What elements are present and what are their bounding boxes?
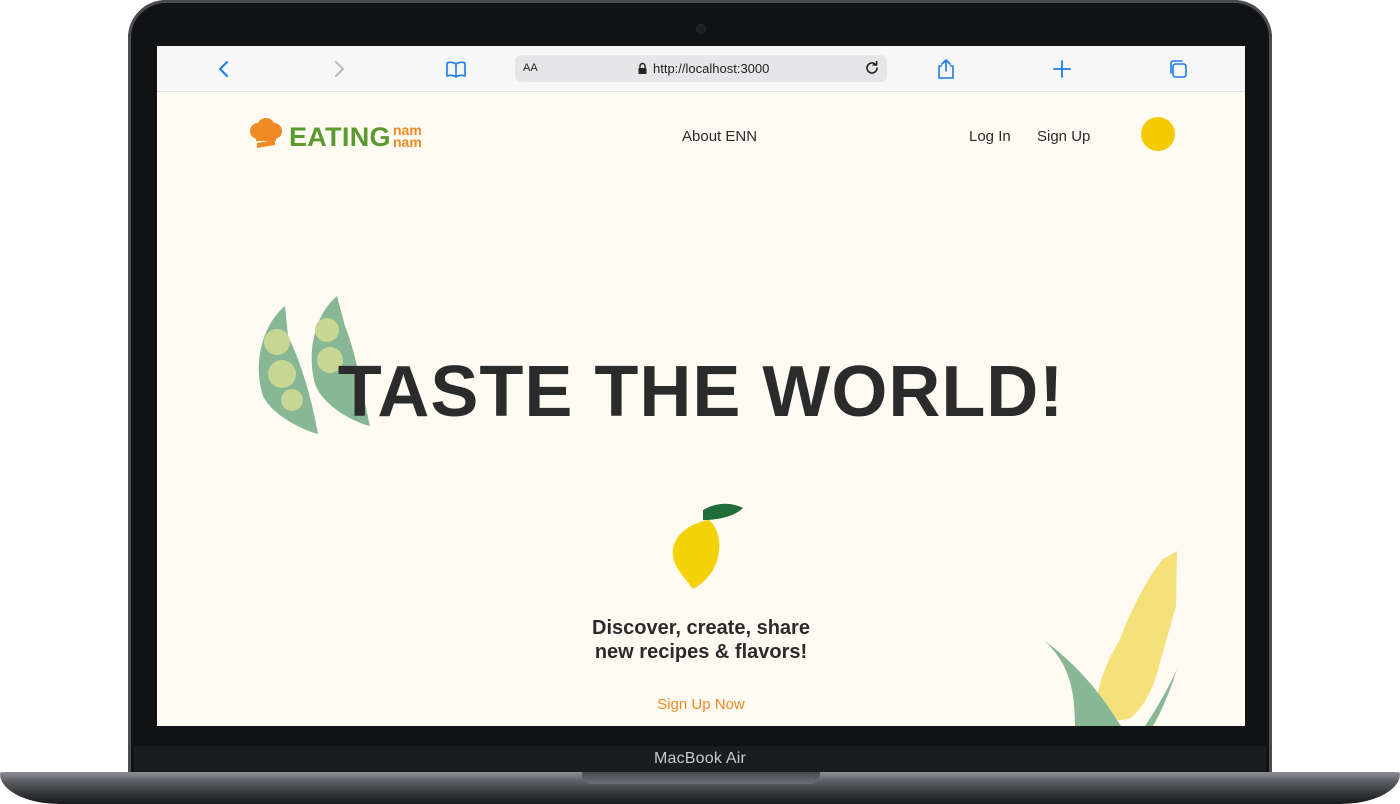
browser-screen: AA http://localhost:3000 EATING nam nam … <box>157 46 1245 726</box>
laptop-notch <box>582 772 820 784</box>
nav-signup[interactable]: Sign Up <box>1037 128 1090 145</box>
tabs-overview-icon[interactable] <box>1167 58 1189 80</box>
logo-sub-line-2: nam <box>393 134 422 150</box>
bookmarks-icon[interactable] <box>445 58 467 80</box>
chef-hat-icon[interactable] <box>249 118 283 150</box>
lemon-illustration <box>672 503 743 589</box>
browser-toolbar: AA http://localhost:3000 <box>157 46 1245 92</box>
theme-toggle-button[interactable] <box>1141 117 1175 151</box>
url-text[interactable]: http://localhost:3000 <box>653 61 769 76</box>
camera-icon <box>697 25 705 33</box>
new-tab-icon[interactable] <box>1051 58 1073 80</box>
device-label: MacBook Air <box>653 750 746 767</box>
logo-wordmark[interactable]: EATING <box>289 122 391 153</box>
share-icon[interactable] <box>935 58 957 80</box>
lock-icon <box>638 62 647 74</box>
reader-aa-button[interactable]: AA <box>523 62 538 74</box>
laptop-chin: MacBook Air <box>134 746 1266 774</box>
address-bar[interactable]: AA http://localhost:3000 <box>515 55 887 82</box>
back-icon[interactable] <box>213 58 235 80</box>
nav-login[interactable]: Log In <box>969 128 1011 145</box>
forward-icon[interactable] <box>328 58 350 80</box>
corn-illustration <box>1045 551 1177 726</box>
hero-title: TASTE THE WORLD! <box>337 352 1065 432</box>
logo-sub[interactable]: nam nam <box>393 123 422 150</box>
nav-about[interactable]: About ENN <box>682 128 757 145</box>
reload-icon[interactable] <box>863 59 881 77</box>
